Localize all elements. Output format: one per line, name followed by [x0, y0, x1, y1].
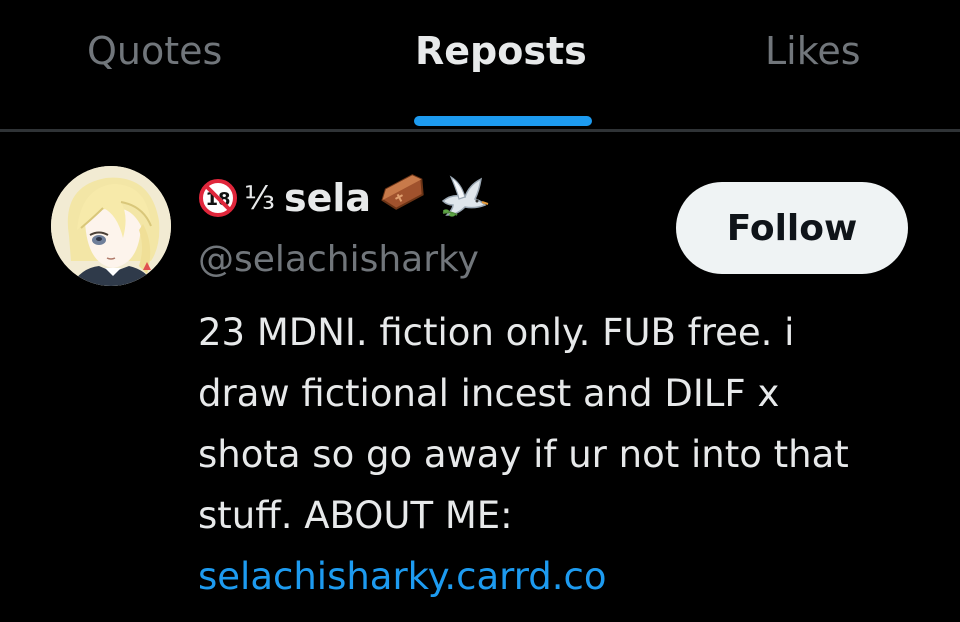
name-text: sela — [284, 176, 372, 220]
tab-likes[interactable]: Likes — [765, 28, 861, 74]
display-name[interactable]: 18 ⅓ sela — [198, 170, 489, 226]
bio-line: stuff. ABOUT ME: — [198, 494, 513, 537]
bio-line: 23 MDNI. fiction only. FUB free. i — [198, 311, 795, 354]
handle-text[interactable]: @selachisharky — [198, 232, 479, 288]
bio-link[interactable]: selachisharky.carrd.co — [198, 546, 928, 607]
tab-quotes[interactable]: Quotes — [87, 28, 222, 74]
active-tab-indicator — [414, 116, 592, 126]
dove-icon — [435, 171, 489, 225]
follow-button[interactable]: Follow — [676, 182, 908, 274]
avatar[interactable] — [51, 166, 171, 286]
bio-line: draw fictional incest and DILF x — [198, 372, 780, 415]
bio-line: shota so go away if ur not into that — [198, 433, 849, 476]
no-under-18-icon: 18 — [198, 178, 238, 218]
tab-bar: Quotes Reposts Likes — [0, 0, 960, 132]
pronouns-text: ⅓ — [244, 179, 277, 217]
bio: 23 MDNI. fiction only. FUB free. i draw … — [198, 302, 928, 607]
tab-reposts[interactable]: Reposts — [415, 28, 587, 74]
user-cell[interactable]: 18 ⅓ sela — [0, 132, 960, 622]
coffin-icon — [377, 174, 429, 222]
avatar-image — [51, 166, 171, 286]
